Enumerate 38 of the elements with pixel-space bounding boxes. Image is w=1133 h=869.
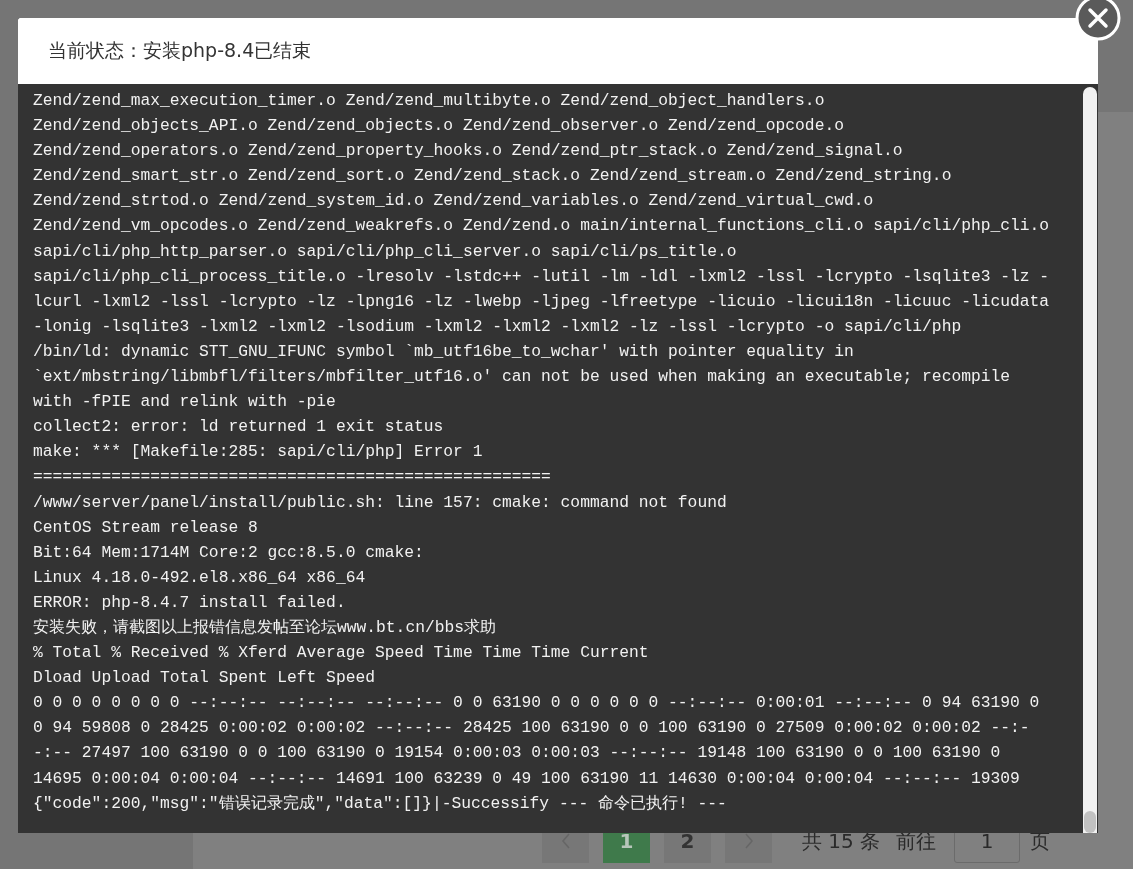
dialog-title: 当前状态：安装php-8.4已结束	[18, 18, 1098, 84]
scrollbar[interactable]	[1083, 87, 1097, 833]
log-line: Bit:64 Mem:1714M Core:2 gcc:8.5.0 cmake:	[33, 541, 425, 564]
log-line: Zend/zend_strtod.o Zend/zend_system_id.o Zend/zend_variables.o Zend/zend_virtual_cwd.o	[33, 190, 875, 213]
close-icon	[1075, 0, 1121, 41]
close-button[interactable]	[1075, 0, 1121, 41]
log-line: Zend/zend_objects_API.o Zend/zend_objects.o Zend/zend_observer.o Zend/zend_opcode.o	[33, 115, 845, 138]
log-line: Dload Upload Total Spent Left Speed	[33, 667, 376, 690]
log-line: make: *** [Makefile:285: sapi/cli/php] Error 1	[33, 441, 484, 464]
log-line: /bin/ld: dynamic STT_GNU_IFUNC symbol `mb_utf16be_to_wchar' with pointer equality in	[33, 340, 855, 363]
log-line: Linux 4.18.0-492.el8.x86_64 x86_64	[33, 566, 367, 589]
log-line: 安装失败，请截图以上报错信息发帖至论坛www.bt.cn/bbs求助	[33, 616, 497, 639]
log-line: sapi/cli/php_http_parser.o sapi/cli/php_cli_server.o sapi/cli/ps_title.o	[33, 240, 738, 263]
log-line: 0 0 0 0 0 0 0 0 --:--:-- --:--:-- --:--:-- 0 0 63190 0 0 0 0 0 0 --:--:-- 0:00:01 --:--:-- 0 94 63190 0	[33, 692, 1041, 715]
log-line: lcurl -lxml2 -lssl -lcrypto -lz -lpng16 -lz -lwebp -ljpeg -lfreetype -licuio -licui18n -licuuc -licudata	[33, 290, 1051, 313]
page-suffix: 页	[1030, 827, 1051, 855]
log-line: Zend/zend_vm_opcodes.o Zend/zend_weakrefs.o Zend/zend.o main/internal_functions_cli.o sapi/cli/php_cli.o	[33, 215, 1051, 238]
log-line: =====================================================	[33, 466, 552, 489]
log-line: ERROR: php-8.4.7 install failed.	[33, 591, 347, 614]
log-line: {"code":200,"msg":"错误记录完成","data":[]}|-Successify --- 命令已执行! ---	[33, 792, 728, 815]
log-line: CentOS Stream release 8	[33, 516, 259, 539]
total-count: 共 15 条	[802, 827, 881, 855]
log-line: sapi/cli/php_cli_process_title.o -lresolv -lstdc++ -lutil -lm -ldl -lxml2 -lssl -lcrypto -lsqlite3 -lz -	[33, 265, 1051, 288]
log-line: /www/server/panel/install/public.sh: line 157: cmake: command not found	[33, 491, 728, 514]
goto-label: 前往	[896, 827, 937, 855]
log-line: -:-- 27497 100 63190 0 0 100 63190 0 19154 0:00:03 0:00:03 --:--:-- 19148 100 63190 0 0 100 63190 0	[33, 742, 1002, 765]
log-line: -lonig -lsqlite3 -lxml2 -lxml2 -lsodium -lxml2 -lxml2 -lxml2 -lz -lssl -lcrypto -o sapi/cli/php	[33, 315, 963, 338]
log-line: 14695 0:00:04 0:00:04 --:--:-- 14691 100 63239 0 49 100 63190 11 14630 0:00:04 0:00:04 --:--:-- 19309	[33, 767, 1021, 790]
log-line: collect2: error: ld returned 1 exit status	[33, 416, 445, 439]
chevron-right-icon	[743, 833, 754, 849]
log-line: `ext/mbstring/libmbfl/filters/mbfilter_utf16.o' can not be used when making an executable; recompile	[33, 366, 1012, 389]
log-line: Zend/zend_max_execution_timer.o Zend/zend_multibyte.o Zend/zend_object_handlers.o	[33, 90, 826, 112]
log-line: Zend/zend_smart_str.o Zend/zend_sort.o Zend/zend_stack.o Zend/zend_stream.o Zend/zend_string.o	[33, 165, 953, 188]
log-line: % Total % Received % Xferd Average Speed Time Time Time Current	[33, 642, 650, 665]
log-line: 0 94 59808 0 28425 0:00:02 0:00:02 --:--:-- 28425 100 63190 0 0 100 63190 0 27509 0:00:02 0:00:02 --:-	[33, 717, 1031, 740]
log-line: Zend/zend_operators.o Zend/zend_property_hooks.o Zend/zend_ptr_stack.o Zend/zend_signal.o	[33, 140, 904, 163]
log-line: with -fPIE and relink with -pie	[33, 391, 337, 414]
chevron-left-icon	[560, 833, 571, 849]
